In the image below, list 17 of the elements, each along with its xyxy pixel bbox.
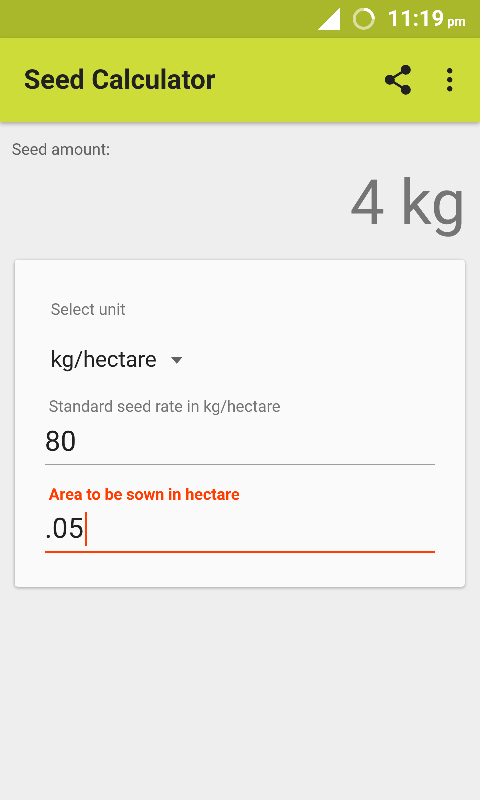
text-cursor	[84, 512, 87, 546]
unit-label: Select unit	[51, 299, 127, 321]
clock-time: 11:19	[388, 6, 444, 34]
result-label: Seed amount:	[12, 139, 112, 161]
app-title: Seed Calculator	[24, 62, 217, 98]
dropdown-caret-icon	[170, 357, 183, 364]
share-icon	[384, 65, 412, 95]
clock-period: pm	[447, 14, 466, 32]
field-label: Standard seed rate in kg/hectare	[49, 396, 282, 418]
input-field[interactable]: .05	[45, 507, 435, 553]
field-label: Area to be sown in hectare	[49, 484, 241, 506]
signal-icon	[318, 8, 340, 30]
result-value: 4 kg	[350, 168, 467, 240]
loading-icon	[352, 7, 376, 31]
unit-dropdown[interactable]: kg/hectare	[51, 344, 183, 377]
more-icon	[447, 68, 453, 92]
input-field[interactable]: 80	[45, 419, 435, 465]
